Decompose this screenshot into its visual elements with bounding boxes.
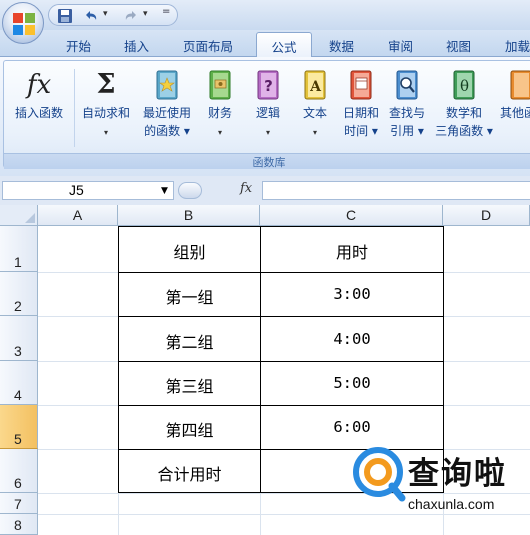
date-time-label-line1: 日期和 bbox=[342, 106, 379, 120]
svg-text:A: A bbox=[309, 79, 322, 95]
row-header-4[interactable]: 4 bbox=[0, 361, 38, 405]
date-time-icon bbox=[350, 70, 372, 100]
financial-icon bbox=[209, 70, 231, 100]
insert-function-fx-button[interactable]: fx bbox=[240, 181, 252, 196]
logical-icon: ? bbox=[257, 70, 279, 100]
cell-b2[interactable]: 第一组 bbox=[119, 284, 260, 308]
name-box[interactable]: J5 bbox=[2, 181, 174, 200]
logical-button[interactable]: ? 逻辑 ▾ bbox=[248, 69, 288, 142]
text-icon: A bbox=[304, 70, 326, 100]
tab-home[interactable]: 开始 bbox=[66, 36, 91, 55]
svg-text:?: ? bbox=[264, 77, 273, 95]
undo-icon[interactable] bbox=[83, 8, 99, 24]
lookup-reference-icon bbox=[396, 70, 418, 100]
ribbon-tab-bar: 开始 插入 页面布局 公式 数据 审阅 视图 加载 bbox=[0, 30, 530, 58]
insert-function-label: 插入函数 bbox=[14, 106, 63, 120]
sigma-icon: Σ bbox=[96, 69, 116, 100]
row-header-8[interactable]: 8 bbox=[0, 514, 38, 535]
ribbon-separator bbox=[74, 69, 75, 147]
watermark-url: chaxunla.com bbox=[408, 496, 495, 512]
office-button[interactable] bbox=[2, 2, 44, 44]
math-trig-button[interactable]: θ 数学和 三角函数 ▾ bbox=[431, 69, 497, 140]
lookup-reference-button[interactable]: 查找与 引用 ▾ bbox=[384, 69, 430, 140]
function-library-group: fx 插入函数 Σ 自动求和 ▾ 最近使用 的函数 ▾ 财务 ▾ ? 逻辑 ▾ … bbox=[3, 60, 530, 169]
row-header-1[interactable]: 1 bbox=[0, 226, 38, 272]
ribbon: fx 插入函数 Σ 自动求和 ▾ 最近使用 的函数 ▾ 财务 ▾ ? 逻辑 ▾ … bbox=[0, 57, 530, 176]
date-time-label-line2: 时间 ▾ bbox=[344, 124, 378, 138]
insert-function-button[interactable]: fx 插入函数 bbox=[8, 69, 70, 122]
tab-review[interactable]: 审阅 bbox=[388, 36, 413, 55]
redo-dropdown-icon[interactable]: ▾ bbox=[143, 9, 148, 19]
function-library-label: 函数库 bbox=[4, 153, 530, 169]
recent-functions-icon bbox=[156, 70, 178, 100]
cell-c4[interactable]: 5:00 bbox=[261, 374, 443, 392]
recent-functions-button[interactable]: 最近使用 的函数 ▾ bbox=[135, 69, 199, 140]
tab-data[interactable]: 数据 bbox=[329, 36, 354, 55]
formula-bar: J5 ▼ fx bbox=[0, 176, 530, 205]
title-bar: ▾ ▾ = bbox=[0, 0, 530, 30]
quick-access-toolbar: ▾ ▾ bbox=[48, 4, 178, 26]
text-label: 文本 bbox=[302, 106, 327, 120]
autosum-dropdown-icon: ▾ bbox=[103, 128, 108, 137]
office-logo-icon bbox=[13, 13, 35, 35]
math-trig-label-line1: 数学和 bbox=[445, 106, 482, 120]
tab-formulas[interactable]: 公式 bbox=[256, 32, 312, 58]
column-header-b[interactable]: B bbox=[118, 205, 260, 226]
svg-text:θ: θ bbox=[460, 77, 469, 95]
row-header-3[interactable]: 3 bbox=[0, 316, 38, 361]
row-header-5[interactable]: 5 bbox=[0, 405, 38, 449]
autosum-button[interactable]: Σ 自动求和 ▾ bbox=[76, 69, 136, 142]
financial-dropdown-icon: ▾ bbox=[217, 128, 222, 137]
column-header-a[interactable]: A bbox=[38, 205, 118, 226]
more-functions-icon bbox=[510, 70, 530, 100]
tab-view[interactable]: 视图 bbox=[446, 36, 471, 55]
cell-b6[interactable]: 合计用时 bbox=[119, 461, 260, 485]
cell-b4[interactable]: 第三组 bbox=[119, 373, 260, 397]
lookup-reference-label-line2: 引用 ▾ bbox=[390, 124, 424, 138]
cell-c1[interactable]: 用时 bbox=[261, 239, 443, 263]
more-functions-label: 其他函 bbox=[500, 106, 530, 120]
column-header-c[interactable]: C bbox=[260, 205, 443, 226]
financial-label: 财务 bbox=[207, 106, 232, 120]
save-icon[interactable] bbox=[57, 8, 73, 24]
autosum-label: 自动求和 bbox=[81, 106, 130, 120]
row-header-6[interactable]: 6 bbox=[0, 449, 38, 493]
fx-icon: fx bbox=[26, 70, 52, 100]
math-trig-icon: θ bbox=[453, 70, 475, 100]
logical-label: 逻辑 bbox=[255, 106, 280, 120]
select-all-corner[interactable] bbox=[0, 205, 38, 226]
cell-c2[interactable]: 3:00 bbox=[261, 285, 443, 303]
row-header-7[interactable]: 7 bbox=[0, 493, 38, 514]
tab-add-ins[interactable]: 加载 bbox=[505, 36, 530, 55]
tab-insert[interactable]: 插入 bbox=[124, 36, 149, 55]
row-header-2[interactable]: 2 bbox=[0, 272, 38, 316]
watermark: 查询啦 chaxunla.com bbox=[350, 444, 530, 535]
text-dropdown-icon: ▾ bbox=[312, 128, 317, 137]
column-header-d[interactable]: D bbox=[443, 205, 530, 226]
math-trig-label-line2: 三角函数 ▾ bbox=[435, 124, 493, 138]
undo-dropdown-icon[interactable]: ▾ bbox=[103, 9, 108, 19]
customize-toolbar-icon[interactable]: = bbox=[162, 6, 170, 17]
recent-functions-label-line1: 最近使用 bbox=[142, 106, 191, 120]
more-functions-button[interactable]: 其他函 bbox=[500, 69, 530, 122]
name-box-dropdown-icon[interactable]: ▼ bbox=[161, 186, 168, 196]
recent-functions-label-line2: 的函数 ▾ bbox=[144, 124, 190, 138]
financial-button[interactable]: 财务 ▾ bbox=[200, 69, 240, 142]
cell-b5[interactable]: 第四组 bbox=[119, 417, 260, 441]
cell-b1[interactable]: 组别 bbox=[119, 239, 260, 263]
formula-bar-resize-handle[interactable] bbox=[178, 182, 202, 199]
logical-dropdown-icon: ▾ bbox=[265, 128, 270, 137]
formula-input[interactable] bbox=[262, 181, 530, 200]
tab-page-layout[interactable]: 页面布局 bbox=[183, 36, 233, 55]
lookup-reference-label-line1: 查找与 bbox=[388, 106, 425, 120]
text-button[interactable]: A 文本 ▾ bbox=[295, 69, 335, 142]
cell-c3[interactable]: 4:00 bbox=[261, 330, 443, 348]
cell-b3[interactable]: 第二组 bbox=[119, 329, 260, 353]
date-time-button[interactable]: 日期和 时间 ▾ bbox=[338, 69, 384, 140]
watermark-logo-icon bbox=[353, 447, 406, 502]
redo-icon[interactable] bbox=[123, 8, 139, 24]
cell-c5[interactable]: 6:00 bbox=[261, 418, 443, 436]
watermark-text: 查询啦 bbox=[408, 456, 507, 492]
